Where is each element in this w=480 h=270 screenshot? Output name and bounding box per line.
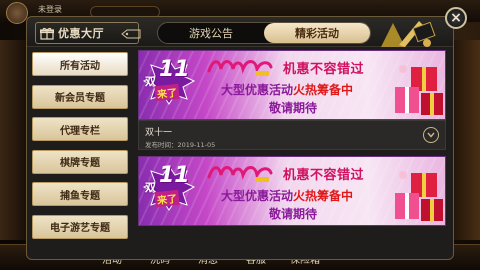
banner-stay-tuned: 敬请期待: [269, 101, 318, 115]
tab-bar: 游戏公告 精彩活动: [157, 22, 371, 44]
badge-number: 11: [159, 163, 190, 188]
gift-boxes-illustration: [395, 65, 443, 115]
menu-item-chess-cards[interactable]: 棋牌专题: [32, 149, 128, 174]
banner-subline: 大型优惠活动火热筹备中: [221, 81, 353, 98]
promo-date: 发布时间：2019-11-05: [145, 141, 216, 149]
promo-hall-label: 优惠大厅: [58, 27, 104, 40]
modal-header: 优惠大厅 游戏公告 精彩活动: [27, 17, 453, 47]
crazy-festival-logo: [207, 166, 273, 182]
banner-subline-hot: 火热筹备中: [293, 83, 354, 97]
banner-subline-hot: 火热筹备中: [293, 189, 354, 203]
decoration-ornament: [381, 21, 436, 47]
menu-item-fishing[interactable]: 捕鱼专题: [32, 182, 128, 207]
banner-headline: 机惠不容错过: [283, 168, 365, 183]
menu-item-agent[interactable]: 代理专栏: [32, 117, 128, 142]
lobby-left-panel: [0, 40, 26, 240]
badge-coming: 来了: [154, 83, 180, 102]
username-label: 未登录: [38, 5, 62, 14]
promo-banner[interactable]: 双 11 来了 机惠不容错过 大型优惠活动火热筹备中 敬请期待: [138, 50, 446, 120]
menu-item-electronic-games[interactable]: 电子游艺专题: [32, 214, 128, 239]
promo-banner[interactable]: 双 11 来了 机惠不容错过 大型优惠活动火热筹备中 敬请期待: [138, 156, 446, 226]
category-menu: 所有活动 新会员专题 代理专栏 棋牌专题 捕鱼专题 电子游艺专题: [32, 52, 128, 248]
close-button[interactable]: ×: [445, 7, 467, 29]
menu-item-all-activities[interactable]: 所有活动: [32, 52, 128, 76]
chevron-down-icon: [427, 132, 435, 138]
gift-boxes-illustration: [395, 171, 443, 221]
banner-subline-pre: 大型优惠活动: [221, 189, 294, 203]
menu-item-new-member[interactable]: 新会员专题: [32, 84, 128, 109]
badge-coming: 来了: [154, 189, 180, 208]
tab-announcements[interactable]: 游戏公告: [158, 23, 264, 43]
expand-button[interactable]: [423, 127, 439, 143]
banner-headline: 机惠不容错过: [283, 62, 365, 77]
promo-info-row[interactable]: 双十一 发布时间：2019-11-05: [138, 120, 446, 150]
avatar[interactable]: [6, 2, 28, 24]
promo-title: 双十一: [145, 128, 173, 138]
banner-subline-pre: 大型优惠活动: [221, 83, 294, 97]
crazy-festival-logo: [207, 60, 273, 76]
promotion-list: 双 11 来了 机惠不容错过 大型优惠活动火热筹备中 敬请期待 双十一 发布时间…: [138, 50, 446, 260]
tag-icon: [121, 29, 141, 39]
banner-stay-tuned: 敬请期待: [269, 207, 318, 221]
close-icon: ×: [450, 10, 462, 26]
badge-number: 11: [159, 57, 190, 82]
tab-promotions[interactable]: 精彩活动: [264, 23, 370, 43]
gift-icon: [40, 27, 54, 40]
banner-subline: 大型优惠活动火热筹备中: [221, 187, 353, 204]
